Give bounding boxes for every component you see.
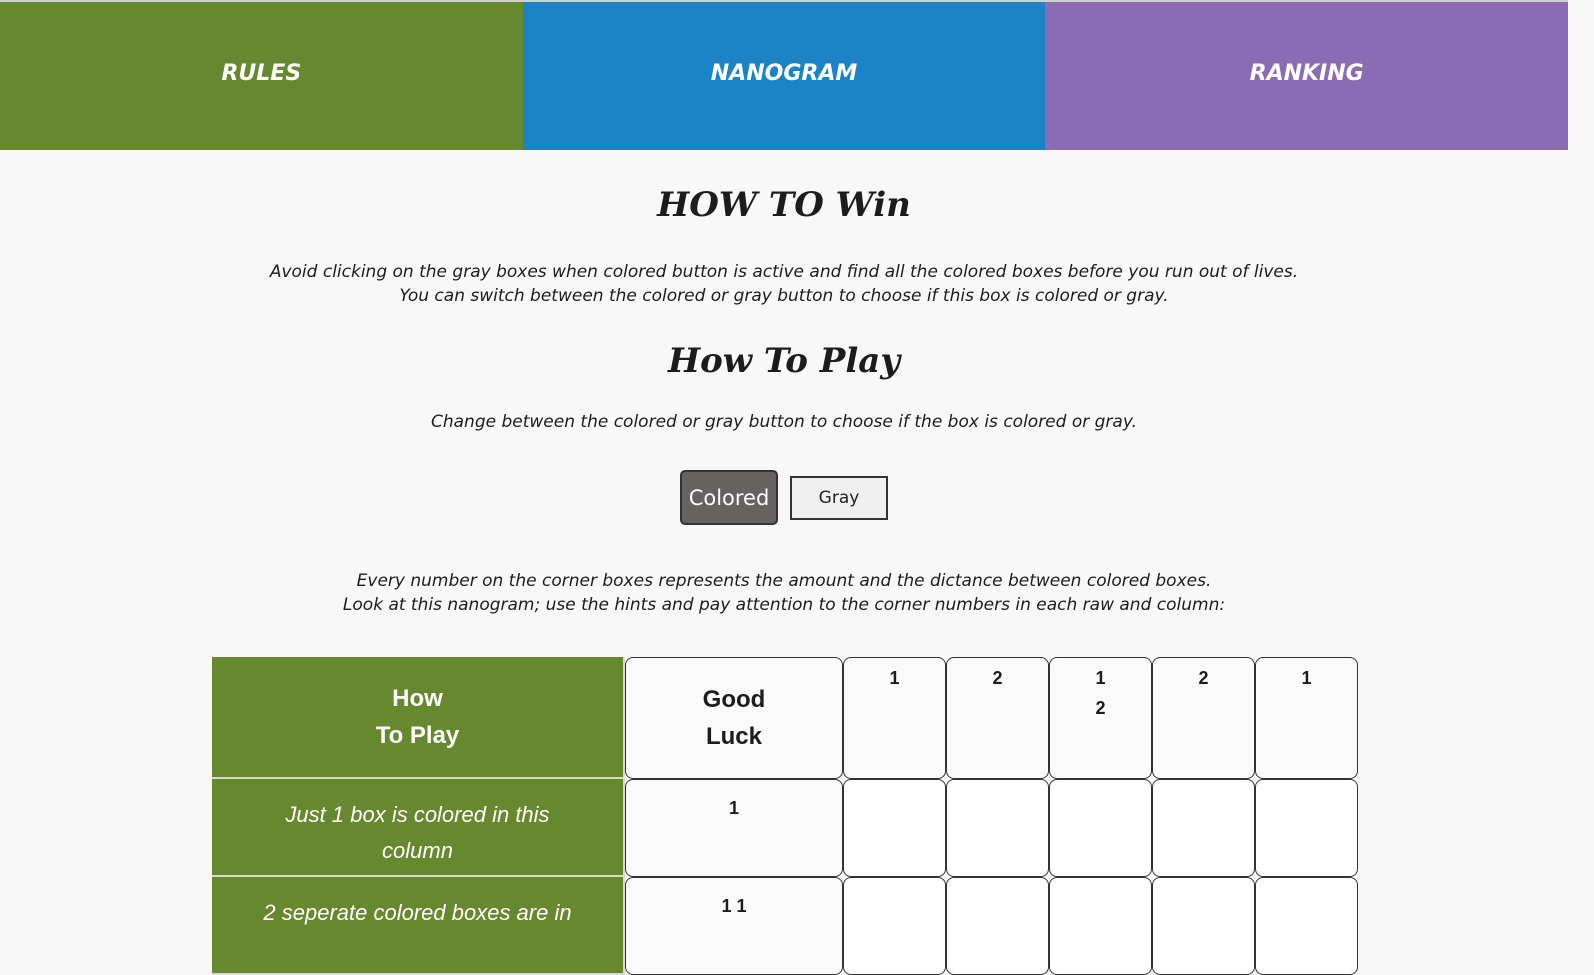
gray-button[interactable]: Gray [790,475,888,520]
how-to-win-title: HOW TO Win [657,185,911,225]
how-to-play-corner: How To Play [212,657,625,779]
column-hint-2-line-1: 2 [992,668,1003,688]
row-1-explanation: Just 1 box is colored in this column [212,779,625,877]
how-to-play-instruction: Change between the colored or gray butto… [431,412,1137,432]
column-hint-3-line-1: 1 [1095,668,1106,688]
row-2-hint: 1 1 [625,877,843,975]
rules-content: HOW TO Win Avoid clicking on the gray bo… [0,184,1568,617]
example-nanogram: How To Play Good Luck 1 2 1 2 2 1 Just 1… [212,657,1358,975]
grid-cell[interactable] [1255,877,1358,975]
row-2-explanation: 2 seperate colored boxes are in [212,877,625,975]
how-to-win-line-2: You can switch between the colored or gr… [399,286,1169,306]
column-hint-3: 1 2 [1049,657,1152,779]
column-hint-1-line-1: 1 [889,668,900,688]
row-1-hint: 1 [625,779,843,877]
grid-cell[interactable] [1049,779,1152,877]
corner-numbers-explanation: Every number on the corner boxes represe… [356,571,1212,591]
example-intro: Look at this nanogram; use the hints and… [342,595,1226,615]
grid-cell[interactable] [946,877,1049,975]
grid-cell[interactable] [1152,877,1255,975]
mode-buttons: Colored Gray [0,470,1568,525]
how-to-win-line-1: Avoid clicking on the gray boxes when co… [269,262,1299,282]
grid-cell[interactable] [946,779,1049,877]
column-hint-3-line-2: 2 [1095,698,1106,718]
tab-ranking[interactable]: RANKING [1045,2,1569,150]
how-to-play-title: How To Play [667,341,901,381]
column-hint-2: 2 [946,657,1049,779]
good-luck-cell: Good Luck [625,657,843,779]
grid-cell[interactable] [1049,877,1152,975]
top-navigation: RULES NANOGRAM RANKING [0,0,1569,150]
good-luck-line-1: Good [702,686,766,713]
grid-cell[interactable] [843,779,946,877]
corner-line-1: How [392,685,443,712]
column-hint-4-line-1: 2 [1198,668,1209,688]
corner-line-2: To Play [375,722,460,749]
column-hint-5: 1 [1255,657,1358,779]
grid-cell[interactable] [1152,779,1255,877]
grid-cell[interactable] [843,877,946,975]
tab-rules[interactable]: RULES [0,2,523,150]
colored-button[interactable]: Colored [680,470,778,525]
column-hint-1: 1 [843,657,946,779]
column-hint-4: 2 [1152,657,1255,779]
grid-cell[interactable] [1255,779,1358,877]
good-luck-line-2: Luck [705,723,762,750]
column-hint-5-line-1: 1 [1301,668,1312,688]
tab-nanogram[interactable]: NANOGRAM [522,2,1046,150]
